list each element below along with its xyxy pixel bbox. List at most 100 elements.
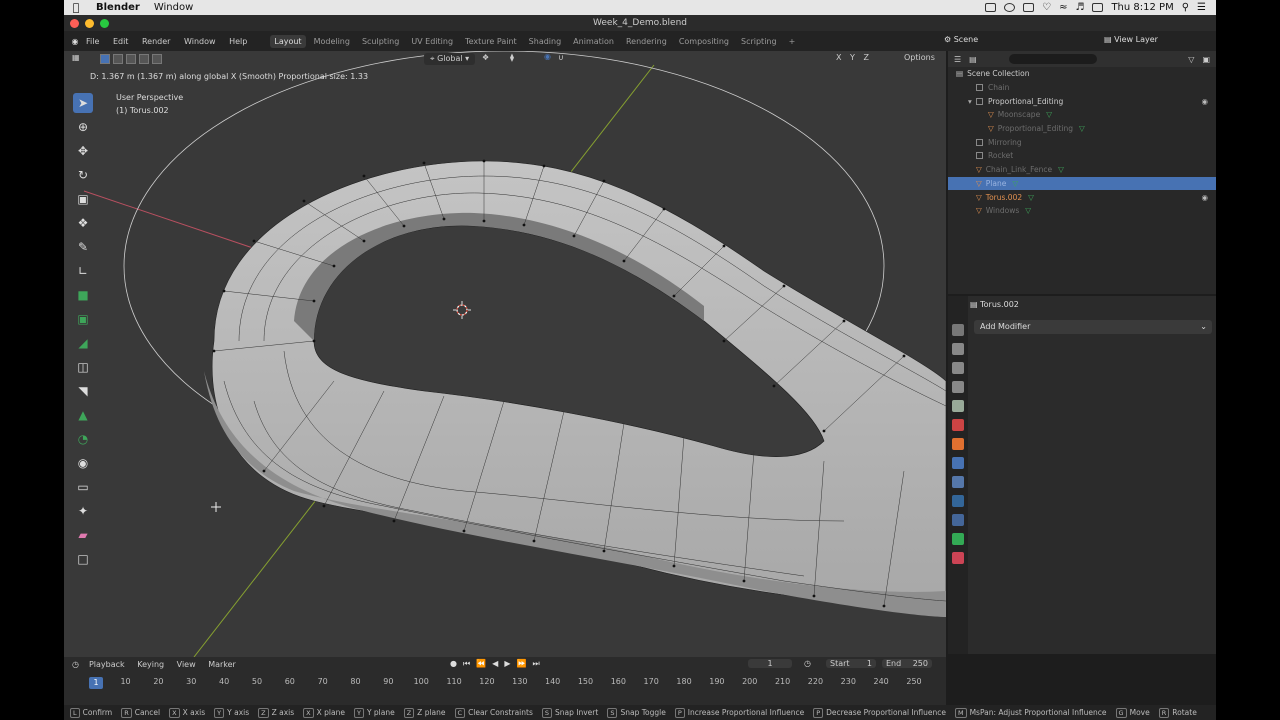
outliner[interactable]: ☰ ▤ ▽ ▣ ▤ Scene Collection Chain ▾ Proport… xyxy=(948,51,1216,294)
play-icon[interactable]: ▶ xyxy=(504,659,510,669)
render-tab-icon[interactable] xyxy=(952,343,964,355)
collection-checkbox[interactable] xyxy=(976,138,983,146)
blender-logo-icon[interactable]: ◉ xyxy=(64,37,86,46)
properties-editor[interactable]: ▤ Torus.002 Add Modifier ⌄ xyxy=(948,296,1216,654)
editor-type-icon[interactable]: ▦ xyxy=(72,53,80,62)
start-frame-field[interactable]: Start 1 xyxy=(826,659,876,668)
inset-tool-icon[interactable]: ▣ xyxy=(73,309,93,329)
wifi-icon[interactable]: ≈ xyxy=(1059,2,1067,13)
tab-animation[interactable]: Animation xyxy=(569,35,618,48)
view-layer-selector[interactable]: ▤ View Layer xyxy=(1104,35,1158,44)
tab-modeling[interactable]: Modeling xyxy=(310,35,354,48)
outliner-row[interactable]: ▽ Proportional_Editing ▽ xyxy=(948,122,1216,136)
select-intersect-icon[interactable] xyxy=(152,54,162,64)
outliner-row[interactable]: Rocket xyxy=(948,149,1216,163)
tool-tab-icon[interactable] xyxy=(952,324,964,336)
add-modifier-button[interactable]: Add Modifier ⌄ xyxy=(974,320,1212,334)
mesh-canvas[interactable] xyxy=(64,51,946,657)
world-tab-icon[interactable] xyxy=(952,419,964,431)
spin-tool-icon[interactable]: ◔ xyxy=(73,429,93,449)
current-frame-field[interactable]: 1 xyxy=(748,659,792,668)
jump-start-icon[interactable]: ⏮ xyxy=(463,659,470,669)
filter-icon[interactable]: ▽ xyxy=(1188,55,1194,64)
menu-edit[interactable]: Edit xyxy=(113,37,129,46)
menu-file[interactable]: File xyxy=(86,37,99,46)
outliner-search-input[interactable] xyxy=(1008,54,1097,64)
tab-uv-editing[interactable]: UV Editing xyxy=(407,35,457,48)
menu-window[interactable]: Window xyxy=(184,37,216,46)
mirror-axes[interactable]: X Y Z xyxy=(836,53,872,62)
transform-tool-icon[interactable]: ❖ xyxy=(73,213,93,233)
knife-tool-icon[interactable]: ◥ xyxy=(73,381,93,401)
falloff-icon[interactable]: ∪ xyxy=(558,53,564,62)
outliner-row[interactable]: ▽ Chain_Link_Fence ▽ xyxy=(948,163,1216,177)
menu-render[interactable]: Render xyxy=(142,37,170,46)
bevel-tool-icon[interactable]: ◢ xyxy=(73,333,93,353)
outliner-row[interactable]: ▾ Proportional_Editing ◉ xyxy=(948,94,1216,108)
smooth-tool-icon[interactable]: ◉ xyxy=(73,453,93,473)
spotlight-icon[interactable]: ⚲ xyxy=(1182,2,1189,13)
clock[interactable]: Thu 8:12 PM xyxy=(1111,2,1173,13)
rip-tool-icon[interactable]: □ xyxy=(73,549,93,569)
select-subtract-icon[interactable] xyxy=(126,54,136,64)
visibility-eye-icon[interactable]: ◉ xyxy=(1201,193,1208,202)
menu-keying[interactable]: Keying xyxy=(137,660,164,669)
timeline-editor-icon[interactable]: ◷ xyxy=(72,660,79,669)
move-tool-icon[interactable]: ✥ xyxy=(73,141,93,161)
outliner-row[interactable]: ▽ Moonscape ▽ xyxy=(948,108,1216,122)
outliner-row[interactable]: Mirroring xyxy=(948,135,1216,149)
collection-checkbox[interactable] xyxy=(976,97,983,105)
rotate-tool-icon[interactable]: ↻ xyxy=(73,165,93,185)
display-icon[interactable] xyxy=(1023,3,1035,12)
app-menu[interactable]: Blender xyxy=(96,2,140,13)
volume-icon[interactable]: ♬ xyxy=(1075,2,1084,13)
edge-slide-tool-icon[interactable]: ▭ xyxy=(73,477,93,497)
measure-tool-icon[interactable]: ∟ xyxy=(73,261,93,281)
object-tab-icon[interactable] xyxy=(952,438,964,450)
expanded-arrow-icon[interactable]: ▾ xyxy=(968,97,976,106)
menu-view[interactable]: View xyxy=(177,660,196,669)
camera-icon[interactable] xyxy=(985,3,997,12)
timeline[interactable]: ◷ Playback Keying View Marker ● ⏮ ⏪ ◀ ▶ … xyxy=(64,657,946,705)
options-dropdown[interactable]: Options xyxy=(904,53,935,62)
frame-ruler[interactable]: 1 10 20 30 40 50 60 70 80 90 100 110 120 130 140 150 160… xyxy=(64,675,946,689)
outliner-row[interactable]: ▽ Plane ▽ xyxy=(948,176,1216,191)
window-menu[interactable]: Window xyxy=(154,2,193,13)
tab-texture-paint[interactable]: Texture Paint xyxy=(461,35,521,48)
scene-tab-icon[interactable] xyxy=(952,400,964,412)
physics-tab-icon[interactable] xyxy=(952,495,964,507)
menu-marker[interactable]: Marker xyxy=(208,660,236,669)
outliner-row[interactable]: Chain xyxy=(948,81,1216,95)
tab-rendering[interactable]: Rendering xyxy=(622,35,671,48)
data-tab-icon[interactable] xyxy=(952,533,964,545)
constraints-tab-icon[interactable] xyxy=(952,514,964,526)
poly-build-tool-icon[interactable]: ▲ xyxy=(73,405,93,425)
minimize-icon[interactable] xyxy=(85,19,94,28)
snap-icon[interactable]: ⧫ xyxy=(510,53,514,62)
scene-collection-row[interactable]: ▤ Scene Collection xyxy=(948,67,1216,81)
end-frame-field[interactable]: End 250 xyxy=(882,659,932,668)
heart-icon[interactable]: ♡ xyxy=(1042,2,1051,13)
outliner-row[interactable]: ▽ Windows ▽ xyxy=(948,204,1216,218)
add-workspace-button[interactable]: + xyxy=(785,35,800,48)
close-icon[interactable] xyxy=(70,19,79,28)
3d-viewport[interactable]: ▦ ⌖ Global ▾ ❖ ⧫ ◉ ∪ X Y Z Options D: 1.… xyxy=(64,51,946,657)
play-reverse-icon[interactable]: ◀ xyxy=(492,659,498,669)
modifier-tab-icon[interactable] xyxy=(952,457,964,469)
select-invert-icon[interactable] xyxy=(139,54,149,64)
proportional-editing-icon[interactable]: ◉ xyxy=(544,52,551,61)
visibility-eye-icon[interactable]: ◉ xyxy=(1201,97,1208,106)
clock-icon[interactable]: ◷ xyxy=(804,659,811,668)
shrink-fatten-tool-icon[interactable]: ✦ xyxy=(73,501,93,521)
transform-orientation-dropdown[interactable]: ⌖ Global ▾ xyxy=(424,53,476,65)
record-icon[interactable] xyxy=(1004,3,1016,12)
maximize-icon[interactable] xyxy=(100,19,109,28)
cursor-tool-icon[interactable]: ⊕ xyxy=(73,117,93,137)
outliner-editor-icon[interactable]: ☰ xyxy=(954,55,961,64)
outliner-row[interactable]: ▽ Torus.002 ▽ ◉ xyxy=(948,190,1216,204)
apple-icon[interactable]:  xyxy=(64,1,88,14)
tab-sculpting[interactable]: Sculpting xyxy=(358,35,403,48)
menu-help[interactable]: Help xyxy=(229,37,247,46)
material-tab-icon[interactable] xyxy=(952,552,964,564)
pivot-icon[interactable]: ❖ xyxy=(482,53,489,62)
